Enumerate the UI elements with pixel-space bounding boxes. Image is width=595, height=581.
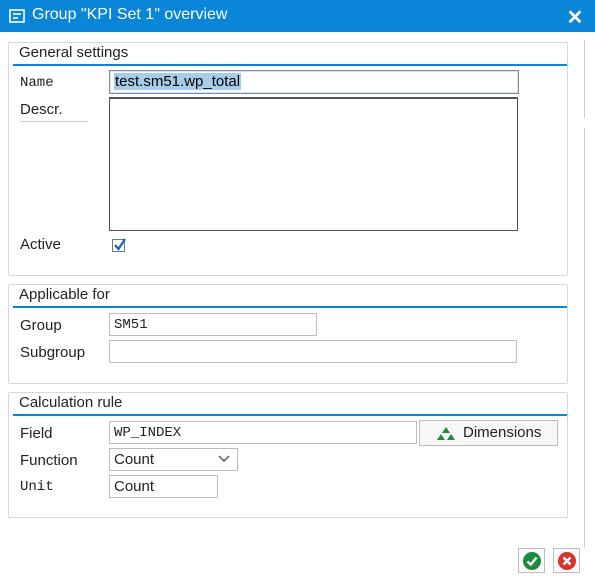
divider xyxy=(584,128,585,548)
window-title: Group "KPI Set 1" overview xyxy=(32,6,228,23)
description-textarea[interactable] xyxy=(109,97,518,231)
group-divider xyxy=(13,64,567,66)
subgroup-field[interactable] xyxy=(109,340,517,363)
window-icon xyxy=(9,9,25,23)
active-checkbox[interactable] xyxy=(112,238,126,252)
name-field[interactable]: test.sm51.wp_total xyxy=(109,70,519,94)
subgroup-label: Subgroup xyxy=(20,344,86,361)
group-divider xyxy=(13,414,567,416)
dimensions-label: Dimensions xyxy=(463,424,542,441)
descr-label: Descr. xyxy=(20,101,88,122)
function-value: Count xyxy=(114,451,155,468)
group-title: Applicable for xyxy=(19,286,110,303)
applicable-for-group: Applicable for Group SM51 Subgroup xyxy=(8,284,568,384)
group-divider xyxy=(13,306,567,308)
active-label: Active xyxy=(20,236,61,253)
field-input[interactable]: WP_INDEX xyxy=(109,421,417,444)
cancel-icon xyxy=(558,552,576,570)
function-dropdown[interactable]: Count xyxy=(109,448,238,471)
field-label: Field xyxy=(20,425,53,442)
cancel-button[interactable] xyxy=(553,548,580,573)
unit-field[interactable]: Count xyxy=(109,475,218,498)
group-label: Group xyxy=(20,317,62,334)
name-value: test.sm51.wp_total xyxy=(114,73,242,90)
general-settings-group: General settings Name test.sm51.wp_total… xyxy=(8,42,568,276)
chevron-down-icon xyxy=(218,455,230,463)
name-label: Name xyxy=(20,75,54,91)
group-field[interactable]: SM51 xyxy=(109,313,317,336)
unit-label: Unit xyxy=(20,479,54,495)
check-icon xyxy=(523,552,541,570)
group-title: General settings xyxy=(19,44,129,61)
dimensions-icon xyxy=(437,427,455,440)
confirm-button[interactable] xyxy=(518,548,545,573)
function-label: Function xyxy=(20,452,78,469)
group-title: Calculation rule xyxy=(19,394,123,411)
divider xyxy=(584,40,585,118)
calculation-rule-group: Calculation rule Field WP_INDEX Dimensio… xyxy=(8,392,568,518)
close-icon[interactable]: ✕ xyxy=(565,5,585,29)
title-bar: Group "KPI Set 1" overview ✕ xyxy=(0,0,595,32)
checkmark-icon xyxy=(114,238,126,251)
dimensions-button[interactable]: Dimensions xyxy=(419,420,558,446)
